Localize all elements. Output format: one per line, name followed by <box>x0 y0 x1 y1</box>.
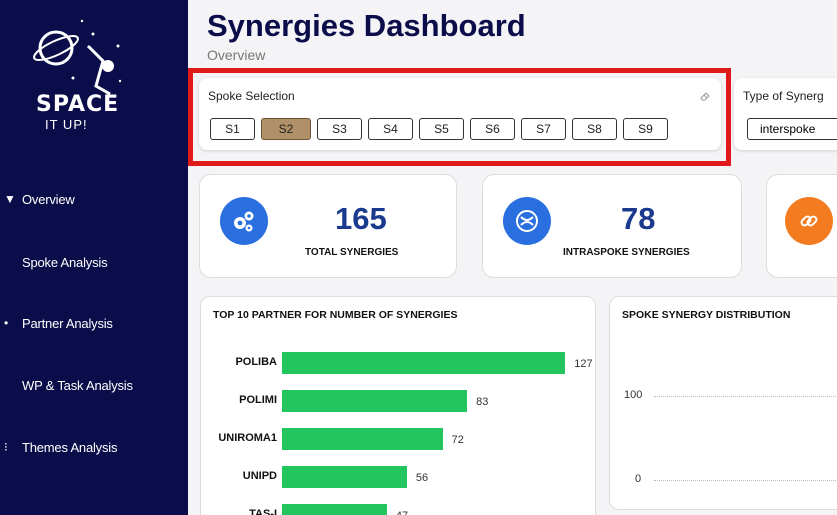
spoke-button-s1[interactable]: S1 <box>210 118 255 140</box>
bar-category-label: POLIMI <box>239 394 277 406</box>
y-tick-label: 0 <box>635 473 642 485</box>
y-tick-label: 100 <box>624 389 643 401</box>
panel-title: SPOKE SYNERGY DISTRIBUTION <box>622 309 791 321</box>
bar-value-label: 127 <box>574 358 593 370</box>
bar-value-label: 56 <box>415 472 429 484</box>
sidebar-item-label: Spoke Analysis <box>22 254 108 270</box>
gridline <box>654 396 837 397</box>
bar-category-label: POLIBA <box>235 356 277 368</box>
type-option-button[interactable]: interspoke <box>747 118 837 140</box>
bullet-icon: ⁝ <box>4 440 8 454</box>
type-of-synergy-label: Type of Synerg <box>743 89 824 103</box>
spoke-selection-slicer: Spoke Selection S1 S2 S3 S4 S5 S6 S7 S8 S9 <box>199 78 721 150</box>
bar-row: POLIMI 83 <box>201 390 597 412</box>
kpi-total-synergies: 165 TOTAL SYNERGIES <box>199 174 457 278</box>
eraser-icon[interactable] <box>699 90 711 102</box>
kpi-value: 78 <box>621 201 656 236</box>
bar[interactable] <box>282 504 387 515</box>
bar-value-label: 72 <box>451 434 464 446</box>
bar-category-label: TAS-I <box>249 508 277 515</box>
sidebar-item-wp-task-analysis[interactable]: WP & Task Analysis <box>0 370 188 400</box>
spoke-distribution-panel: SPOKE SYNERGY DISTRIBUTION 100 0 <box>609 296 837 510</box>
link-icon <box>785 197 833 245</box>
sidebar-item-label: Partner Analysis <box>22 315 113 331</box>
bar[interactable] <box>282 466 407 488</box>
bar-value-label: 47 <box>396 510 408 515</box>
spoke-button-s7[interactable]: S7 <box>521 118 566 140</box>
page-title: Synergies Dashboard <box>207 8 526 43</box>
logo-text: SPACE <box>36 92 120 117</box>
bar-category-label: UNIROMA1 <box>218 432 277 444</box>
sidebar-item-partner-analysis[interactable]: • Partner Analysis <box>0 308 188 338</box>
page-subtitle: Overview <box>207 47 266 63</box>
sidebar-item-label: WP & Task Analysis <box>22 377 133 393</box>
bar-row: POLIBA 127 <box>201 352 597 374</box>
gears-icon <box>220 197 268 245</box>
expand-icon: ▼ <box>4 192 16 206</box>
kpi-label: INTRASPOKE SYNERGIES <box>563 247 690 258</box>
bar-row: UNIROMA1 72 <box>201 428 597 450</box>
sidebar-item-label: Overview <box>22 191 75 207</box>
spoke-button-s6[interactable]: S6 <box>470 118 515 140</box>
logo-subtext: IT UP! <box>45 117 88 132</box>
gridline <box>654 480 837 481</box>
sidebar: SPACE IT UP! ▼ Overview Spoke Analysis •… <box>0 0 188 515</box>
bar-category-label: UNIPD <box>242 470 277 482</box>
cycle-icon <box>503 197 551 245</box>
spoke-button-s2[interactable]: S2 <box>261 118 311 140</box>
spoke-button-s9[interactable]: S9 <box>623 118 668 140</box>
spoke-button-s4[interactable]: S4 <box>368 118 413 140</box>
top-partners-panel: TOP 10 PARTNER FOR NUMBER OF SYNERGIES P… <box>200 296 596 515</box>
bar-row: TAS-I 47 <box>201 504 597 515</box>
spoke-button-s8[interactable]: S8 <box>572 118 617 140</box>
kpi-label: TOTAL SYNERGIES <box>305 247 399 258</box>
spoke-button-s3[interactable]: S3 <box>317 118 362 140</box>
bar[interactable] <box>282 390 468 412</box>
bar[interactable] <box>282 428 443 450</box>
spoke-button-s5[interactable]: S5 <box>419 118 464 140</box>
type-of-synergy-slicer: Type of Synerg interspoke <box>734 78 837 150</box>
bar[interactable] <box>282 352 566 374</box>
sidebar-item-themes-analysis[interactable]: ⁝ Themes Analysis <box>0 432 188 462</box>
spoke-button-group: S1 S2 S3 S4 S5 S6 S7 S8 S9 <box>210 118 668 140</box>
kpi-value: 165 <box>335 201 387 236</box>
sidebar-item-spoke-analysis[interactable]: Spoke Analysis <box>0 247 188 277</box>
sidebar-item-label: Themes Analysis <box>22 439 118 455</box>
panel-title: TOP 10 PARTNER FOR NUMBER OF SYNERGIES <box>213 309 458 321</box>
sidebar-item-overview[interactable]: ▼ Overview <box>0 184 188 214</box>
bar-row: UNIPD 56 <box>201 466 597 488</box>
spoke-selection-label: Spoke Selection <box>208 89 295 103</box>
bullet-icon: • <box>4 316 9 330</box>
kpi-third <box>766 174 837 278</box>
bar-value-label: 83 <box>476 396 489 408</box>
kpi-intraspoke-synergies: 78 INTRASPOKE SYNERGIES <box>482 174 742 278</box>
